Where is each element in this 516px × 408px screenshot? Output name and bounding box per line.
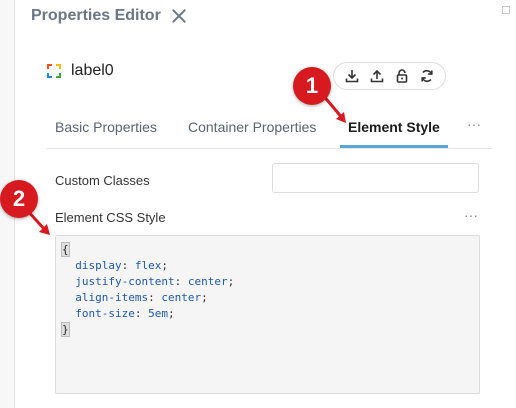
panel-header: Properties Editor [31, 7, 187, 25]
code-line: justify-content: center; [75, 275, 235, 288]
code-line: display: flex; [75, 259, 168, 272]
tab-bar: Basic Properties Container Properties El… [46, 110, 492, 149]
code-line: } [61, 322, 473, 338]
css-code-editor[interactable]: { display: flex; justify-content: center… [55, 235, 480, 394]
code-value: center [161, 291, 202, 304]
window-square-icon[interactable] [502, 6, 510, 14]
code-property: font-size [75, 307, 135, 320]
custom-classes-label: Custom Classes [55, 173, 150, 188]
panel-title: Properties Editor [31, 7, 161, 24]
close-icon[interactable] [171, 8, 187, 24]
css-more-icon[interactable]: ··· [464, 207, 478, 223]
code-property: justify-content [75, 275, 175, 288]
annotation-badge-2: 2 [0, 180, 38, 218]
tab-basic-properties[interactable]: Basic Properties [47, 110, 165, 146]
code-line: { [61, 242, 473, 258]
unlock-icon[interactable] [393, 67, 411, 85]
sync-icon[interactable] [418, 67, 436, 85]
code-property: display [75, 259, 122, 272]
code-property: align-items [75, 291, 149, 304]
component-actions [333, 62, 446, 90]
css-style-label: Element CSS Style [55, 210, 166, 225]
download-icon[interactable] [343, 67, 361, 85]
code-value: flex [134, 259, 162, 272]
code-value: center [187, 275, 228, 288]
upload-icon[interactable] [368, 67, 386, 85]
component-name: label0 [71, 62, 114, 79]
code-line: font-size: 5em; [75, 307, 175, 320]
component-header: label0 [46, 62, 114, 80]
custom-classes-input[interactable] [272, 163, 479, 193]
code-line: align-items: center; [75, 291, 208, 304]
tabs-more-icon[interactable]: ··· [464, 110, 484, 138]
annotation-badge-1: 1 [293, 67, 331, 105]
component-icon [46, 63, 62, 79]
code-brace: } [61, 322, 70, 337]
code-value: 5em [148, 307, 168, 320]
